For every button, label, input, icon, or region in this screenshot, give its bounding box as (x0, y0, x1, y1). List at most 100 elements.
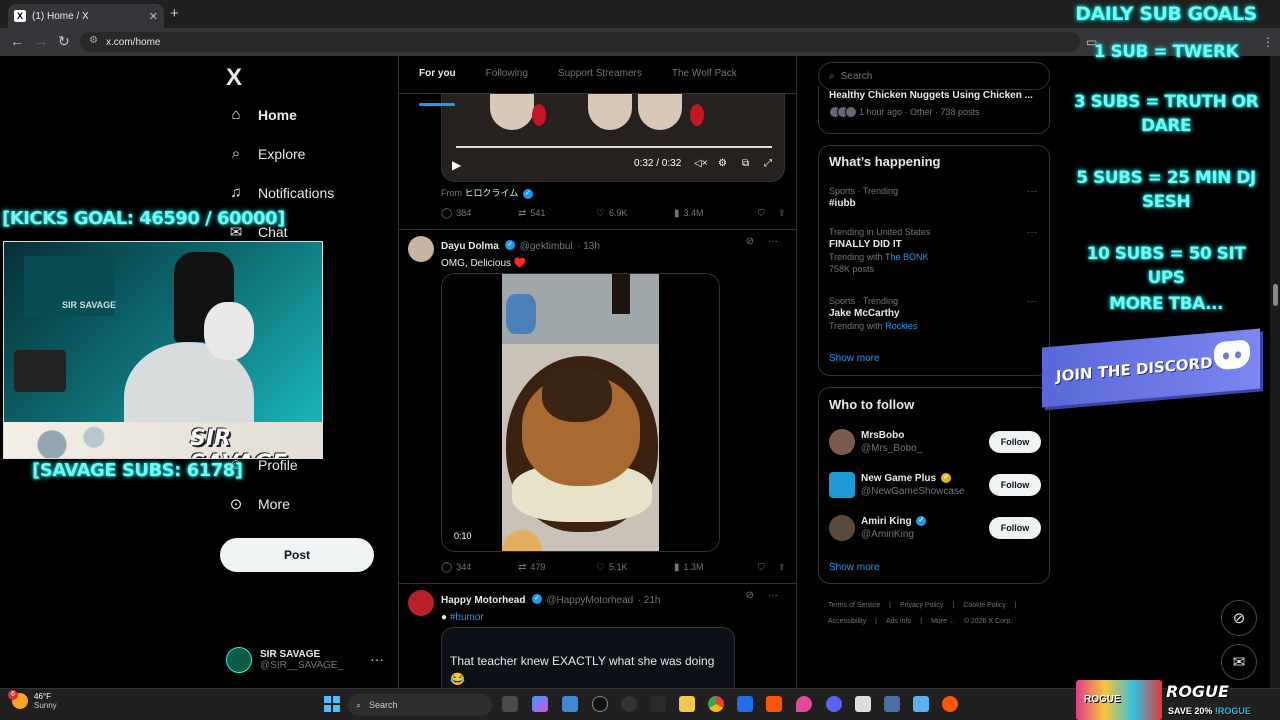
more-dots-icon[interactable]: ··· (768, 590, 778, 601)
tweet-time[interactable]: · 13h (577, 241, 600, 252)
reload-button[interactable]: ↻ (58, 33, 70, 50)
share-icon[interactable]: ⇪ (778, 562, 786, 573)
pip-icon[interactable]: ⧉ (742, 158, 749, 169)
app-icon[interactable] (766, 696, 782, 712)
app-icon[interactable] (592, 696, 608, 712)
like-button[interactable]: ♡ 5.1K (596, 562, 674, 573)
tweet-author[interactable]: Dayu Dolma (441, 241, 499, 252)
views-button[interactable]: ▮ 3.4M (674, 208, 758, 219)
messages-icon[interactable]: ✉ (1221, 644, 1257, 680)
follow-suggestion[interactable]: Amiri King ✓ @AmiriKing Follow (829, 514, 1041, 542)
windows-start-icon[interactable] (324, 696, 340, 712)
notepad-icon[interactable] (913, 696, 929, 712)
grok-icon[interactable]: ⊘ (746, 236, 754, 247)
app-icon[interactable] (562, 696, 578, 712)
trend-item[interactable]: Trending in United States FINALLY DID IT… (829, 227, 1041, 274)
footer-link[interactable]: Ads info (886, 618, 911, 625)
video-progress-bar[interactable] (456, 146, 772, 148)
tweet-handle[interactable]: @gektimbul (520, 241, 573, 252)
repost-button[interactable]: ⇄ 541 (518, 208, 596, 219)
trend-link[interactable]: The BONK (885, 252, 929, 262)
app-icon[interactable] (855, 696, 871, 712)
follow-button[interactable]: Follow (989, 474, 1041, 496)
post-button[interactable]: Post (220, 538, 374, 572)
tweet-author[interactable]: Happy Motorhead (441, 595, 525, 606)
avatar[interactable] (829, 429, 855, 455)
tab-following[interactable]: Following (466, 56, 538, 93)
more-dots-icon[interactable]: ··· (1027, 227, 1037, 238)
nav-more[interactable]: ⊙ More (226, 495, 290, 513)
repost-button[interactable]: ⇄ 479 (518, 562, 596, 573)
settings-icon[interactable]: ⚙ (718, 158, 727, 169)
tweet-time[interactable]: · 21h (638, 595, 661, 606)
app-icon[interactable] (942, 696, 958, 712)
footer-link[interactable]: Terms of Service (828, 602, 880, 609)
footer-link[interactable]: More ... (931, 618, 955, 625)
tweet-video-player[interactable]: 0:10 (441, 273, 720, 552)
tweet-handle[interactable]: @HappyMotorhead (546, 595, 633, 606)
search-input[interactable]: ⌕ Search (818, 62, 1050, 90)
close-tab-icon[interactable]: ✕ (149, 10, 158, 23)
tab-for-you[interactable]: For you (399, 56, 466, 106)
file-explorer-icon[interactable] (679, 696, 695, 712)
grok-icon[interactable]: ⊘ (1221, 600, 1257, 636)
play-icon[interactable]: ▶ (452, 158, 461, 172)
more-dots-icon[interactable]: ··· (1027, 186, 1037, 197)
weather-widget[interactable]: 6 46°F Sunny (8, 690, 57, 710)
discord-icon[interactable] (826, 696, 842, 712)
app-icon[interactable] (884, 696, 900, 712)
like-button[interactable]: ♡ 6.9K (596, 208, 674, 219)
bookmark-icon[interactable]: ⛉ (758, 208, 778, 219)
reply-button[interactable]: ◯ 344 (441, 562, 518, 573)
avatar[interactable] (408, 590, 434, 616)
share-icon[interactable]: ⇪ (778, 208, 786, 219)
tweet[interactable]: Happy Motorhead ✓ @HappyMotorhead · 21h … (408, 590, 788, 623)
reply-button[interactable]: ◯ 384 (441, 208, 518, 219)
avatar[interactable] (829, 472, 855, 498)
copilot-icon[interactable] (532, 696, 548, 712)
url-field[interactable]: ⚙ x.com/home (80, 32, 1080, 52)
tweet[interactable]: Dayu Dolma ✓ @gektimbul · 13h OMG, Delic… (408, 236, 788, 269)
quoted-tweet[interactable]: That teacher knew EXACTLY what she was d… (441, 627, 735, 697)
footer-link[interactable]: Accessibility (828, 618, 866, 625)
show-more-link[interactable]: Show more (829, 562, 880, 573)
back-button[interactable]: ← (10, 33, 24, 49)
from-name[interactable]: ヒロクライム (465, 188, 519, 198)
avatar[interactable] (829, 515, 855, 541)
new-tab-button[interactable]: + (170, 5, 179, 22)
tab-support-streamers[interactable]: Support Streamers (538, 56, 652, 93)
taskbar-search[interactable]: ⌕ Search (348, 694, 492, 716)
more-dots-icon[interactable]: ··· (768, 236, 778, 247)
app-icon[interactable] (650, 696, 666, 712)
scrollbar-thumb[interactable] (1273, 284, 1278, 306)
app-icon[interactable] (796, 696, 812, 712)
trend-link[interactable]: Rockies (885, 321, 917, 331)
tab-the-wolf-pack[interactable]: The Wolf Pack (652, 56, 747, 93)
page-scrollbar[interactable] (1270, 56, 1280, 688)
mute-icon[interactable]: ◁× (694, 158, 708, 169)
follow-suggestion[interactable]: MrsBobo @Mrs_Bobo_ Follow (829, 428, 1041, 456)
nav-home[interactable]: ⌂ Home (226, 106, 296, 123)
forward-button[interactable]: → (34, 33, 48, 49)
app-icon[interactable] (737, 696, 753, 712)
grok-icon[interactable]: ⊘ (746, 590, 754, 601)
tweet-video-player[interactable]: ▶ 0:32 / 0:32 ◁× ⚙ ⧉ ⤢ (441, 94, 785, 182)
account-switcher[interactable]: SIR SAVAGE @SIR__SAVAGE_ ··· (226, 645, 386, 675)
follow-button[interactable]: Follow (989, 431, 1041, 453)
footer-link[interactable]: Cookie Policy (963, 602, 1005, 609)
follow-button[interactable]: Follow (989, 517, 1041, 539)
site-info-icon[interactable]: ⚙ (89, 35, 98, 46)
task-view-icon[interactable] (502, 696, 518, 712)
follow-suggestion[interactable]: New Game Plus ✓ @NewGameShowcase Follow (829, 471, 1041, 499)
x-logo[interactable]: X (226, 64, 242, 92)
bookmark-icon[interactable]: ⛉ (758, 562, 778, 573)
trend-item[interactable]: Sports · Trending #iubb ··· (829, 186, 1041, 209)
fullscreen-icon[interactable]: ⤢ (764, 158, 772, 169)
news-card[interactable]: Healthy Chicken Nuggets Using Chicken ..… (818, 86, 1050, 134)
app-icon[interactable] (621, 696, 637, 712)
hashtag-link[interactable]: #humor (450, 612, 484, 623)
more-dots-icon[interactable]: ··· (370, 651, 384, 667)
trend-item[interactable]: Sports · Trending Jake McCarthy Trending… (829, 296, 1041, 331)
browser-tab[interactable]: X (1) Home / X ✕ (8, 4, 164, 28)
nav-explore[interactable]: ⌕ Explore (226, 145, 306, 162)
